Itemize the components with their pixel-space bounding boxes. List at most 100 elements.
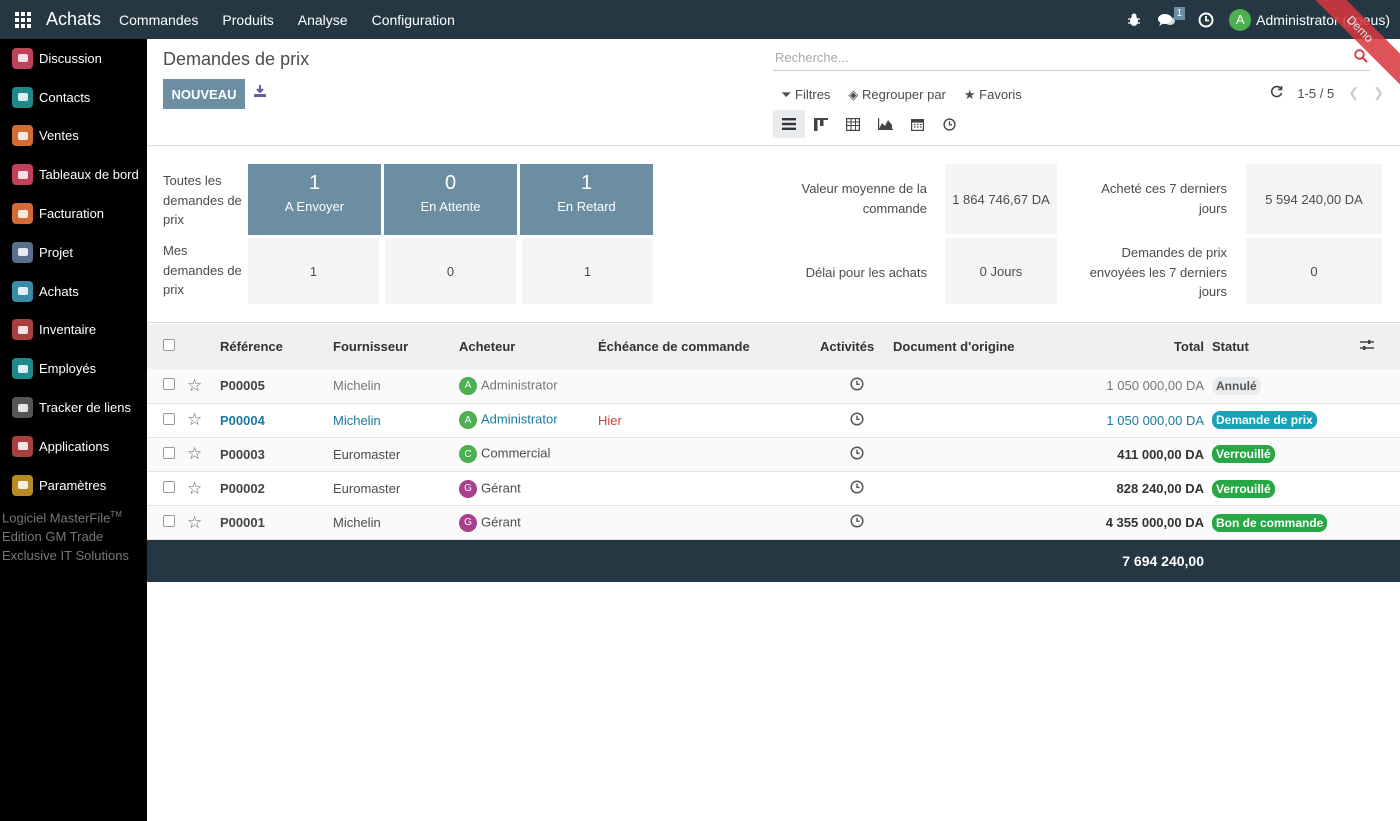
star-icon[interactable]: ☆	[187, 479, 202, 498]
row-checkbox[interactable]	[163, 378, 175, 391]
favorites-label: Favoris	[979, 87, 1022, 102]
header-status[interactable]: Statut	[1210, 324, 1360, 369]
table-header: Référence Fournisseur Acheteur Échéance …	[147, 324, 1400, 369]
table-row[interactable]: ☆ P00004 Michelin A Administrator Hier 1 …	[147, 403, 1400, 438]
download-icon[interactable]	[254, 85, 266, 100]
sidebar-item-5[interactable]: Projet	[0, 233, 147, 272]
app-title[interactable]: Achats	[46, 9, 101, 30]
footer-line-1: Logiciel MasterFile	[2, 509, 111, 525]
activity-clock-icon[interactable]	[849, 480, 864, 497]
row-total: 828 240,00 DA	[1116, 481, 1204, 497]
header-buyer[interactable]: Acheteur	[459, 324, 598, 369]
lead-time-value: 0 Jours	[945, 238, 1057, 304]
table-row[interactable]: ☆ P00003 Euromaster C Commercial 411 000,…	[147, 437, 1400, 472]
star-icon[interactable]: ☆	[187, 410, 202, 429]
tile-waiting[interactable]: 0 En Attente	[384, 164, 517, 235]
my-waiting-value[interactable]: 0	[385, 238, 516, 304]
groupby-button[interactable]: ◈ Regrouper par	[848, 87, 945, 103]
sidebar-item-3[interactable]: Tableaux de bord	[0, 155, 147, 194]
sidebar-item-4[interactable]: Facturation	[0, 194, 147, 233]
sidebar-item-1[interactable]: Contacts	[0, 78, 147, 117]
sidebar-item-6[interactable]: Achats	[0, 272, 147, 311]
user-avatar[interactable]: A	[1229, 8, 1252, 31]
sidebar-item-2[interactable]: Ventes	[0, 117, 147, 156]
header-total[interactable]: Total	[1093, 324, 1210, 369]
sidebar-item-9[interactable]: Tracker de liens	[0, 388, 147, 427]
kanban-view-button[interactable]	[805, 110, 837, 138]
next-page-icon[interactable]: ❯	[1373, 85, 1384, 101]
sidebar-item-label: Employés	[39, 361, 97, 377]
select-all-checkbox[interactable]	[163, 339, 175, 351]
sidebar: Discussion Contacts Ventes Tableaux de b…	[0, 39, 147, 821]
row-checkbox[interactable]	[163, 446, 175, 459]
sidebar-item-label: Ventes	[39, 128, 79, 144]
tile-to-send[interactable]: 1 A Envoyer	[248, 164, 381, 235]
my-to-send-value[interactable]: 1	[248, 238, 379, 304]
new-button[interactable]: NOUVEAU	[163, 79, 245, 109]
activity-clock-icon[interactable]	[849, 412, 864, 429]
graph-view-button[interactable]	[869, 110, 901, 138]
activity-clock-icon[interactable]	[849, 377, 864, 394]
previous-page-icon[interactable]: ❮	[1348, 85, 1359, 101]
sidebar-item-label: Paramètres	[39, 477, 107, 493]
row-origin	[893, 437, 1093, 471]
row-checkbox[interactable]	[163, 515, 175, 528]
star-icon[interactable]: ☆	[187, 444, 202, 463]
refresh-icon[interactable]	[1270, 85, 1283, 101]
chat-icon[interactable]: 1	[1149, 0, 1186, 39]
row-deadline	[598, 506, 820, 540]
table-row[interactable]: ☆ P00001 Michelin G Gérant 4 355 000,00 D…	[147, 505, 1400, 540]
list-view-button[interactable]	[773, 110, 805, 138]
search-bar[interactable]: Recherche...	[773, 45, 1370, 71]
optional-columns-icon[interactable]	[1360, 339, 1374, 354]
row-supplier: Michelin	[333, 378, 381, 394]
activity-view-button[interactable]	[933, 110, 965, 138]
sidebar-item-0[interactable]: Discussion	[0, 39, 147, 78]
buyer-avatar: A	[459, 411, 477, 430]
star-icon[interactable]: ☆	[187, 513, 202, 532]
status-badge: Verrouillé	[1212, 445, 1275, 464]
search-input[interactable]: Recherche...	[775, 50, 849, 65]
activity-clock-icon[interactable]	[849, 514, 864, 531]
tile-late[interactable]: 1 En Retard	[520, 164, 653, 235]
purchased-7-days-label: Acheté ces 7 derniers jours	[1101, 181, 1227, 216]
menu-commandes[interactable]: Commandes	[119, 12, 198, 28]
header-supplier[interactable]: Fournisseur	[333, 324, 459, 369]
my-late-value[interactable]: 1	[522, 238, 653, 304]
row-checkbox[interactable]	[163, 412, 175, 425]
sidebar-item-11[interactable]: Paramètres	[0, 466, 147, 505]
header-origin[interactable]: Document d'origine	[893, 324, 1093, 369]
bug-icon[interactable]	[1119, 0, 1149, 39]
sidebar-item-7[interactable]: Inventaire	[0, 311, 147, 350]
calendar-view-button[interactable]	[901, 110, 933, 138]
sidebar-item-10[interactable]: Applications	[0, 427, 147, 466]
favorites-button[interactable]: ★ Favoris	[964, 87, 1022, 103]
pivot-view-button[interactable]	[837, 110, 869, 138]
menu-analyse[interactable]: Analyse	[298, 12, 348, 28]
all-rfq-label: Toutes les demandes de prix	[163, 173, 242, 227]
menu-configuration[interactable]: Configuration	[372, 12, 455, 28]
table-row[interactable]: ☆ P00005 Michelin A Administrator 1 050 0…	[147, 369, 1400, 404]
clock-icon[interactable]	[1191, 0, 1221, 39]
header-deadline[interactable]: Échéance de commande	[598, 324, 820, 369]
app-menu-button[interactable]	[0, 0, 46, 39]
grid-icon	[15, 11, 31, 28]
row-buyer: Gérant	[481, 480, 521, 496]
tile-to-send-value: 1	[308, 172, 321, 194]
row-deadline	[598, 437, 820, 471]
app-icon	[12, 164, 33, 186]
star-icon[interactable]: ☆	[187, 376, 202, 395]
search-icon[interactable]	[1354, 49, 1368, 66]
menu-produits[interactable]: Produits	[222, 12, 273, 28]
row-reference: P00005	[220, 378, 265, 394]
header-activities[interactable]: Activités	[820, 324, 893, 369]
pager-value[interactable]: 1-5 / 5	[1297, 86, 1334, 101]
tile-late-value: 1	[580, 172, 593, 194]
row-origin	[893, 369, 1093, 403]
table-row[interactable]: ☆ P00002 Euromaster G Gérant 828 240,00 D…	[147, 472, 1400, 506]
activity-clock-icon[interactable]	[849, 446, 864, 463]
filters-button[interactable]: ⏷ Filtres	[781, 87, 830, 103]
sidebar-item-8[interactable]: Employés	[0, 349, 147, 388]
row-checkbox[interactable]	[163, 481, 175, 494]
header-reference[interactable]: Référence	[220, 324, 333, 369]
